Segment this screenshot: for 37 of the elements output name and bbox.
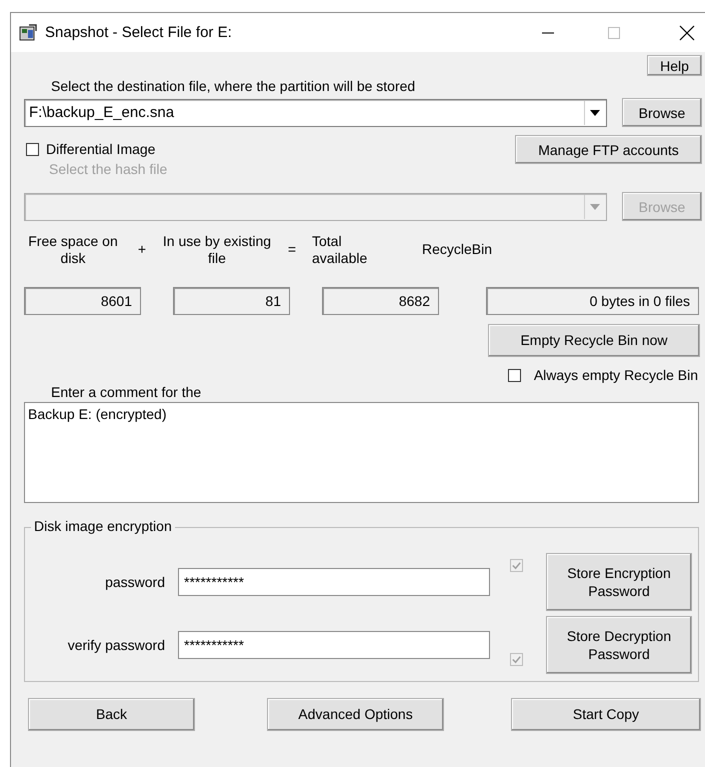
hash-file-label: Select the hash file [49,161,168,177]
dialog-button[interactable]: Back [28,698,195,730]
space-readout: 8682 [322,287,439,315]
app-icon [19,24,37,42]
space-readout: 8601 [24,287,141,315]
operator: = [286,241,298,257]
password-label: verify password [66,637,165,653]
password-label: password [104,574,165,590]
dropdown-arrow-icon[interactable] [590,110,600,116]
checkbox[interactable] [508,368,521,382]
checkbox-label: Differential Image [46,141,156,157]
checkbox[interactable] [26,142,39,156]
space-label: Free space on disk [27,233,119,267]
browse-button[interactable]: Browse [622,98,702,127]
dialog-button[interactable]: Advanced Options [267,698,444,730]
space-readout: 81 [173,287,290,315]
store-password-button[interactable]: Store Encryption Password [546,553,692,611]
window-title: Snapshot - Select File for E: [45,24,232,41]
operator: + [136,241,148,257]
comment-field[interactable]: Backup E: (encrypted) [24,402,699,503]
close-icon[interactable] [679,24,695,40]
password-field[interactable]: *********** [178,631,490,659]
help-button[interactable]: Help [647,55,702,76]
space-label: Total available [312,233,368,267]
manage-ftp-button[interactable]: Manage FTP accounts [515,135,702,164]
comment-label: Enter a comment for the [51,384,202,400]
recycle-bin-label: RecycleBin [422,241,492,258]
destination-combo[interactable]: F:\backup_E_enc.sna [24,98,607,126]
dialog-button[interactable]: Start Copy [511,698,701,730]
group-title: Disk image encryption [31,518,175,534]
password-field[interactable]: *********** [178,568,490,596]
recycle-bin-readout: 0 bytes in 0 files [486,287,699,315]
store-password-button[interactable]: Store Decryption Password [546,616,692,674]
checkbox-label: Always empty Recycle Bin [534,367,698,383]
space-label: In use by existing file [162,233,272,267]
destination-label: Select the destination file, where the partition will be stored [51,78,416,94]
empty-recycle-bin-button[interactable]: Empty Recycle Bin now [488,324,700,356]
